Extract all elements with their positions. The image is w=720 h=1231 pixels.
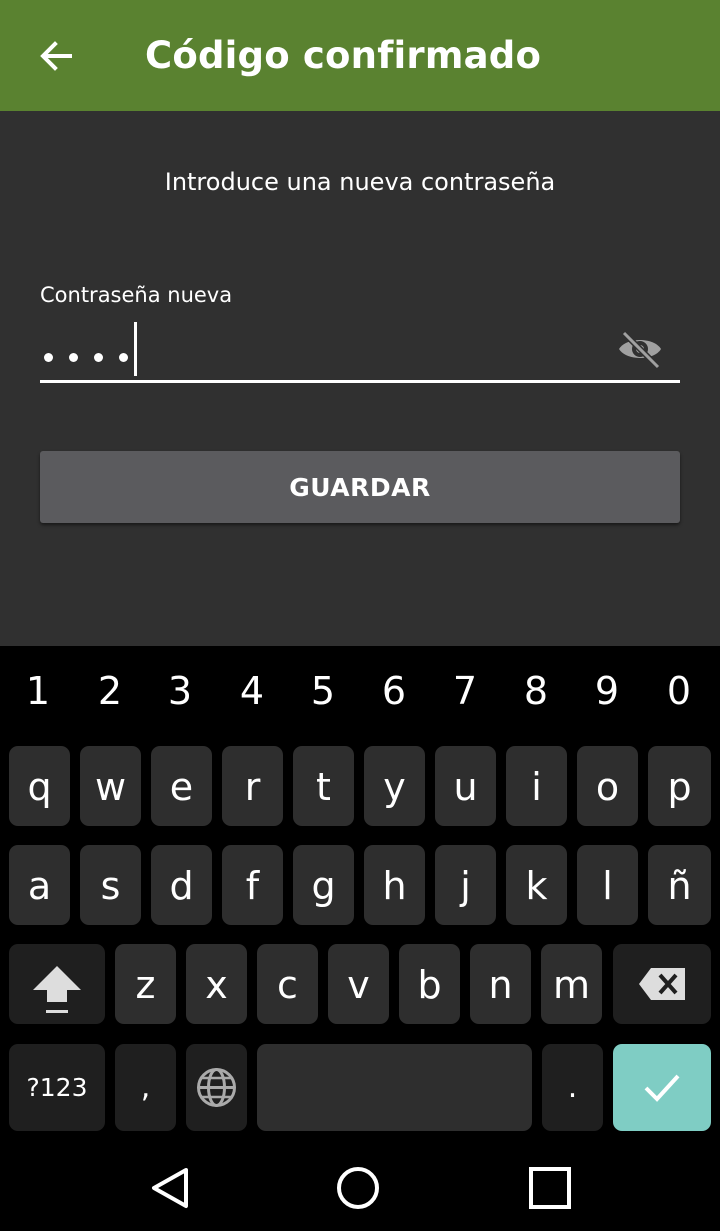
key-number[interactable]: 9 bbox=[582, 669, 632, 713]
key-letter[interactable]: h bbox=[364, 845, 425, 925]
eye-off-icon[interactable] bbox=[616, 329, 664, 369]
key-number[interactable]: 1 bbox=[13, 669, 63, 713]
password-mask-dot bbox=[44, 353, 53, 362]
key-letter[interactable]: j bbox=[435, 845, 496, 925]
key-letter[interactable]: k bbox=[506, 845, 567, 925]
key-letter[interactable]: x bbox=[186, 944, 247, 1024]
key-letter[interactable]: a bbox=[9, 845, 70, 925]
key-letter[interactable]: b bbox=[399, 944, 460, 1024]
key-letter[interactable]: y bbox=[364, 746, 425, 826]
backspace-key[interactable] bbox=[613, 944, 711, 1024]
password-mask-dot bbox=[69, 353, 78, 362]
key-letter[interactable]: o bbox=[577, 746, 638, 826]
password-form: Introduce una nueva contraseña Contraseñ… bbox=[0, 111, 720, 646]
nav-recents-icon[interactable] bbox=[526, 1164, 574, 1212]
key-number[interactable]: 5 bbox=[298, 669, 348, 713]
page-title: Código confirmado bbox=[145, 34, 542, 77]
key-letter[interactable]: g bbox=[293, 845, 354, 925]
space-key[interactable] bbox=[257, 1044, 532, 1131]
text-cursor bbox=[134, 322, 137, 376]
arrow-left-icon[interactable] bbox=[36, 36, 76, 76]
key-number[interactable]: 7 bbox=[440, 669, 490, 713]
key-letter[interactable]: l bbox=[577, 845, 638, 925]
password-input[interactable] bbox=[44, 347, 144, 362]
key-letter[interactable]: u bbox=[435, 746, 496, 826]
keyboard: 1 2 3 4 5 6 7 8 9 0 q w e r t y u i o p … bbox=[0, 646, 720, 1136]
key-number[interactable]: 2 bbox=[85, 669, 135, 713]
password-field-label: Contraseña nueva bbox=[40, 283, 233, 307]
comma-key[interactable]: , bbox=[115, 1044, 176, 1131]
globe-icon bbox=[197, 1068, 236, 1107]
enter-key[interactable] bbox=[613, 1044, 711, 1131]
key-number[interactable]: 6 bbox=[369, 669, 419, 713]
symbols-key[interactable]: ?123 bbox=[9, 1044, 105, 1131]
checkmark-icon bbox=[644, 1074, 680, 1102]
key-number[interactable]: 8 bbox=[511, 669, 561, 713]
key-letter[interactable]: n bbox=[470, 944, 531, 1024]
key-number[interactable]: 3 bbox=[155, 669, 205, 713]
shift-icon bbox=[33, 966, 81, 1013]
key-letter[interactable]: t bbox=[293, 746, 354, 826]
key-letter[interactable]: r bbox=[222, 746, 283, 826]
password-mask-dot bbox=[119, 353, 128, 362]
period-key[interactable]: . bbox=[542, 1044, 603, 1131]
instruction-text: Introduce una nueva contraseña bbox=[164, 168, 556, 196]
key-letter[interactable]: q bbox=[9, 746, 70, 826]
nav-home-icon[interactable] bbox=[334, 1164, 382, 1212]
key-number[interactable]: 0 bbox=[654, 669, 704, 713]
key-letter[interactable]: w bbox=[80, 746, 141, 826]
language-key[interactable] bbox=[186, 1044, 247, 1131]
key-letter[interactable]: c bbox=[257, 944, 318, 1024]
system-nav-bar bbox=[0, 1136, 720, 1231]
key-letter[interactable]: v bbox=[328, 944, 389, 1024]
nav-back-icon[interactable] bbox=[146, 1164, 194, 1212]
backspace-icon bbox=[639, 968, 685, 1000]
key-letter[interactable]: i bbox=[506, 746, 567, 826]
key-number[interactable]: 4 bbox=[227, 669, 277, 713]
key-letter[interactable]: f bbox=[222, 845, 283, 925]
input-underline bbox=[40, 380, 680, 383]
key-letter[interactable]: m bbox=[541, 944, 602, 1024]
password-mask-dot bbox=[94, 353, 103, 362]
key-letter[interactable]: e bbox=[151, 746, 212, 826]
key-letter[interactable]: d bbox=[151, 845, 212, 925]
shift-key[interactable] bbox=[9, 944, 105, 1024]
key-letter[interactable]: ñ bbox=[648, 845, 711, 925]
app-bar: Código confirmado bbox=[0, 0, 720, 111]
key-letter[interactable]: p bbox=[648, 746, 711, 826]
save-button[interactable]: GUARDAR bbox=[40, 451, 680, 523]
key-letter[interactable]: s bbox=[80, 845, 141, 925]
key-letter[interactable]: z bbox=[115, 944, 176, 1024]
